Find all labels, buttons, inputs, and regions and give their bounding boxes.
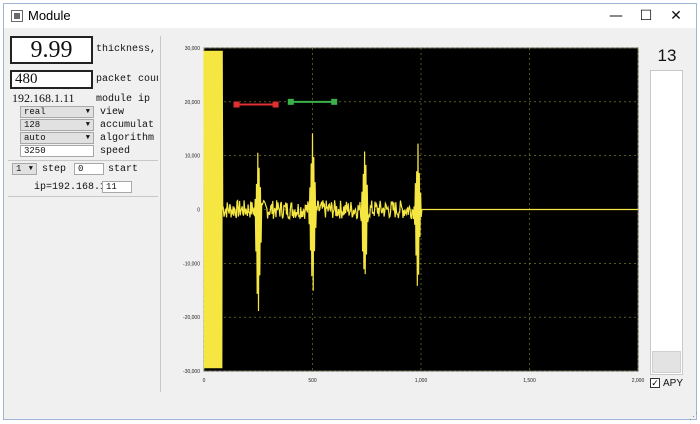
resize-grip-icon[interactable]: ⋰ bbox=[689, 411, 698, 422]
scroll-thumb[interactable] bbox=[652, 351, 681, 373]
view-label: view bbox=[100, 107, 125, 118]
gate-handle-green bbox=[287, 98, 294, 105]
accumulate-select-value: 128 bbox=[24, 120, 41, 130]
signal-chart: 30,000 20,000 10,000 0 -10,000 -20,000 -30,000… bbox=[183, 46, 645, 384]
ip-suffix-input[interactable]: 11 bbox=[102, 181, 132, 193]
apy-checkbox[interactable]: ✓ bbox=[650, 378, 660, 388]
gate-handle-red bbox=[233, 101, 240, 108]
maximize-button[interactable]: ☐ bbox=[631, 6, 661, 26]
chevron-down-icon: ▼ bbox=[28, 165, 33, 173]
chevron-down-icon: ▼ bbox=[85, 134, 90, 142]
ip-prefix-label: ip=192.168.1. bbox=[34, 182, 113, 193]
apy-label: APY bbox=[663, 378, 684, 389]
module-ip-value: 192.168.1.11 bbox=[12, 91, 75, 105]
packet-counter-label: packet counter bbox=[96, 74, 158, 85]
start-input[interactable]: 0 bbox=[74, 163, 104, 175]
chevron-down-icon: ▼ bbox=[85, 108, 90, 116]
gate-handle-green bbox=[331, 98, 338, 105]
x-tick-label: 2,000 bbox=[632, 378, 645, 384]
thickness-display: 9.99 bbox=[10, 36, 93, 64]
start-label: start bbox=[108, 164, 139, 175]
minimize-button[interactable]: — bbox=[601, 6, 631, 26]
accumulate-label: accumulat bbox=[100, 120, 155, 131]
app-icon bbox=[11, 10, 23, 22]
y-tick-label: -10,000 bbox=[183, 261, 200, 267]
y-tick-label: -20,000 bbox=[183, 315, 200, 321]
module-ip-label: module ip bbox=[96, 94, 151, 105]
step-select-value: 1 bbox=[16, 164, 22, 174]
x-tick-label: 500 bbox=[308, 378, 317, 384]
algorithm-select-value: auto bbox=[24, 133, 46, 143]
algorithm-select[interactable]: auto ▼ bbox=[20, 132, 94, 144]
x-tick-label: 1,000 bbox=[415, 378, 428, 384]
x-tick-label: 0 bbox=[203, 378, 206, 384]
window-title: Module bbox=[28, 8, 71, 23]
title-bar[interactable]: Module — ☐ ✕ bbox=[4, 4, 696, 28]
thickness-label: thickness, mm bbox=[96, 44, 158, 55]
divider bbox=[8, 160, 158, 161]
y-tick-label: 10,000 bbox=[185, 154, 201, 160]
y-tick-label: -30,000 bbox=[183, 369, 200, 375]
y-tick-label: 30,000 bbox=[185, 46, 201, 52]
divider bbox=[8, 196, 158, 197]
x-tick-label: 1,500 bbox=[523, 378, 536, 384]
panel-divider bbox=[160, 36, 161, 392]
speed-label: speed bbox=[100, 146, 131, 157]
step-label: step bbox=[42, 164, 67, 175]
gate-handle-red bbox=[272, 101, 279, 108]
view-select-value: real bbox=[24, 107, 46, 117]
algorithm-label: algorithm bbox=[100, 133, 155, 144]
view-select[interactable]: real ▼ bbox=[20, 106, 94, 118]
packet-counter-display: 480 bbox=[10, 70, 93, 89]
speed-input[interactable]: 3250 bbox=[20, 145, 94, 157]
frame-counter: 13 bbox=[657, 46, 677, 65]
accumulate-select[interactable]: 128 ▼ bbox=[20, 119, 94, 131]
close-button[interactable]: ✕ bbox=[661, 6, 691, 26]
y-tick-label: 0 bbox=[197, 208, 200, 214]
chevron-down-icon: ▼ bbox=[85, 121, 90, 129]
y-tick-label: 20,000 bbox=[185, 100, 201, 106]
vertical-scrollbar[interactable] bbox=[650, 70, 683, 375]
step-select[interactable]: 1 ▼ bbox=[12, 163, 37, 175]
signal-plot[interactable]: 30,000 20,000 10,000 0 -10,000 -20,000 -30,000… bbox=[164, 40, 645, 388]
